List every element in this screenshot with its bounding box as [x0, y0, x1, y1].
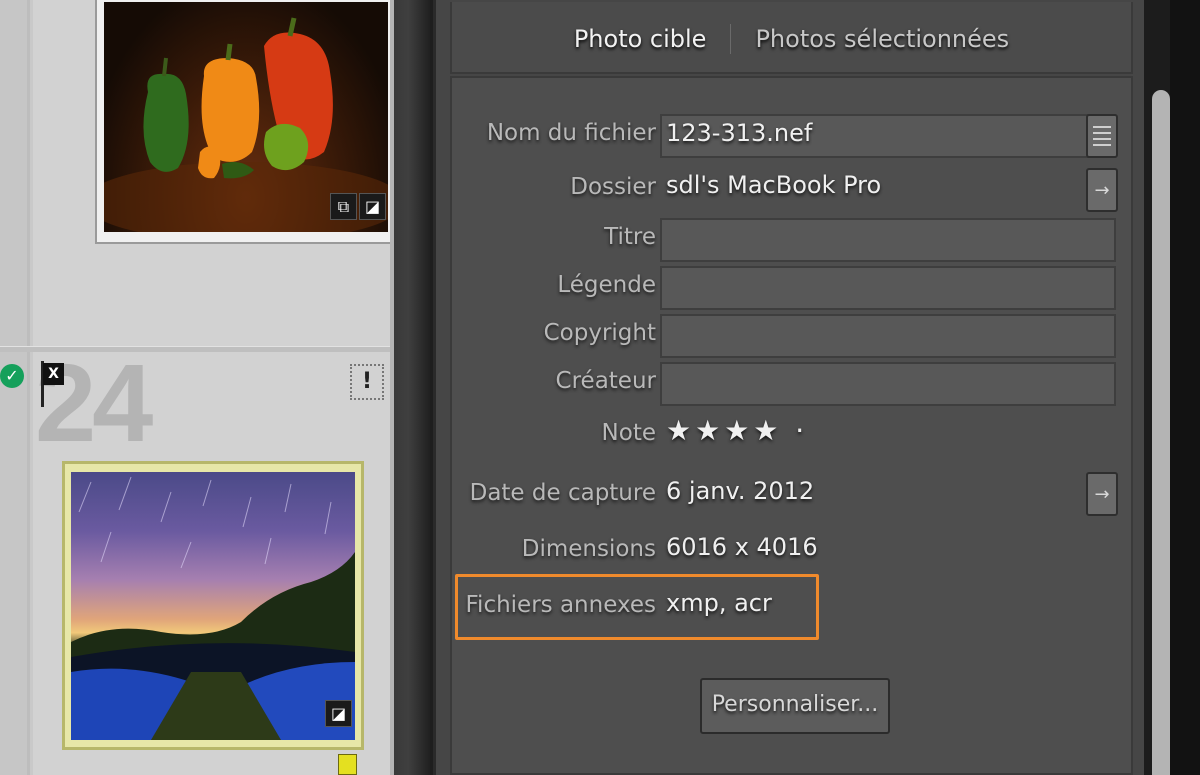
missing-file-warning-icon[interactable]: !	[350, 364, 384, 400]
develop-adjustment-icon[interactable]: ◪	[325, 700, 352, 727]
row-title: Titre	[452, 218, 1132, 262]
copyright-input[interactable]	[660, 314, 1116, 358]
thumbnail-badges: ◪	[325, 700, 352, 727]
title-label: Titre	[604, 224, 656, 250]
check-circle-icon[interactable]: ✓	[0, 364, 24, 388]
scrollbar-thumb[interactable]	[1152, 90, 1170, 775]
row-dimensions: Dimensions 6016 x 4016	[452, 530, 1132, 574]
virtual-copy-icon[interactable]: ⧉	[330, 193, 357, 220]
row-capture-date: Date de capture 6 janv. 2012 →	[452, 472, 1132, 518]
caption-label: Légende	[557, 272, 656, 298]
star-trails-photo[interactable]	[71, 472, 355, 740]
rating-stars[interactable]: ★★★★ ·	[666, 414, 808, 447]
panel-separator[interactable]	[394, 0, 430, 775]
title-input[interactable]	[660, 218, 1116, 262]
yellow-color-label[interactable]	[338, 754, 357, 775]
star-trails-image	[71, 476, 355, 740]
grid-cell-peppers[interactable]: ⧉ ◪	[33, 0, 397, 346]
row-caption: Légende	[452, 266, 1132, 310]
arrow-right-icon: →	[1094, 483, 1110, 505]
copyright-label: Copyright	[543, 320, 656, 346]
dimensions-value: 6016 x 4016	[666, 533, 818, 561]
metadata-fields: Nom du fichier 123-313.nef Dossier sdl's…	[450, 76, 1133, 775]
reject-flag-icon: X	[43, 363, 64, 385]
customize-button[interactable]: Personnaliser...	[700, 678, 890, 734]
row-copyright: Copyright	[452, 314, 1132, 358]
rating-label: Note	[601, 420, 656, 446]
filmstrip-grid: ⧉ ◪ 24 ✓ X ! ◪	[0, 0, 397, 775]
row-rating: Note ★★★★ ·	[452, 414, 1132, 458]
go-to-folder-button[interactable]: →	[1086, 168, 1118, 212]
capture-date-value: 6 janv. 2012	[666, 477, 815, 505]
tab-target-photo[interactable]: Photo cible	[550, 25, 731, 53]
target-tabs-header: Photo cible Photos sélectionnées	[450, 2, 1133, 74]
panel-right-edge	[1170, 0, 1200, 775]
capture-date-filter-button[interactable]: →	[1086, 472, 1118, 516]
filename-options-button[interactable]	[1086, 114, 1118, 158]
creator-input[interactable]	[660, 362, 1116, 406]
filename-field[interactable]: 123-313.nef	[660, 114, 1116, 158]
tab-selected-photos[interactable]: Photos sélectionnées	[731, 25, 1033, 53]
caption-input[interactable]	[660, 266, 1116, 310]
filename-label: Nom du fichier	[486, 120, 656, 146]
row-filename: Nom du fichier 123-313.nef	[452, 114, 1132, 158]
metadata-panel-body: Photo cible Photos sélectionnées Nom du …	[433, 0, 1144, 775]
thumbnail-frame[interactable]: ⧉ ◪	[95, 0, 397, 244]
capture-date-label: Date de capture	[469, 480, 656, 506]
list-icon	[1093, 122, 1111, 150]
row-creator: Créateur	[452, 362, 1132, 406]
folder-value: sdl's MacBook Pro	[666, 171, 882, 199]
creator-label: Créateur	[555, 368, 656, 394]
folder-label: Dossier	[570, 174, 656, 200]
target-tabs: Photo cible Photos sélectionnées	[452, 24, 1131, 54]
thumbnail-frame-selected[interactable]: ◪	[62, 461, 364, 750]
cell-index-number: 24	[35, 342, 153, 465]
dimensions-label: Dimensions	[521, 536, 656, 562]
row-folder: Dossier sdl's MacBook Pro →	[452, 168, 1132, 212]
filename-value: 123-313.nef	[666, 119, 813, 147]
thumbnail-badges: ⧉ ◪	[330, 193, 386, 220]
sidecar-highlight-box	[455, 574, 819, 640]
arrow-right-icon: →	[1094, 179, 1110, 201]
develop-adjustment-icon[interactable]: ◪	[359, 193, 386, 220]
metadata-panel: Photo cible Photos sélectionnées Nom du …	[430, 0, 1200, 775]
